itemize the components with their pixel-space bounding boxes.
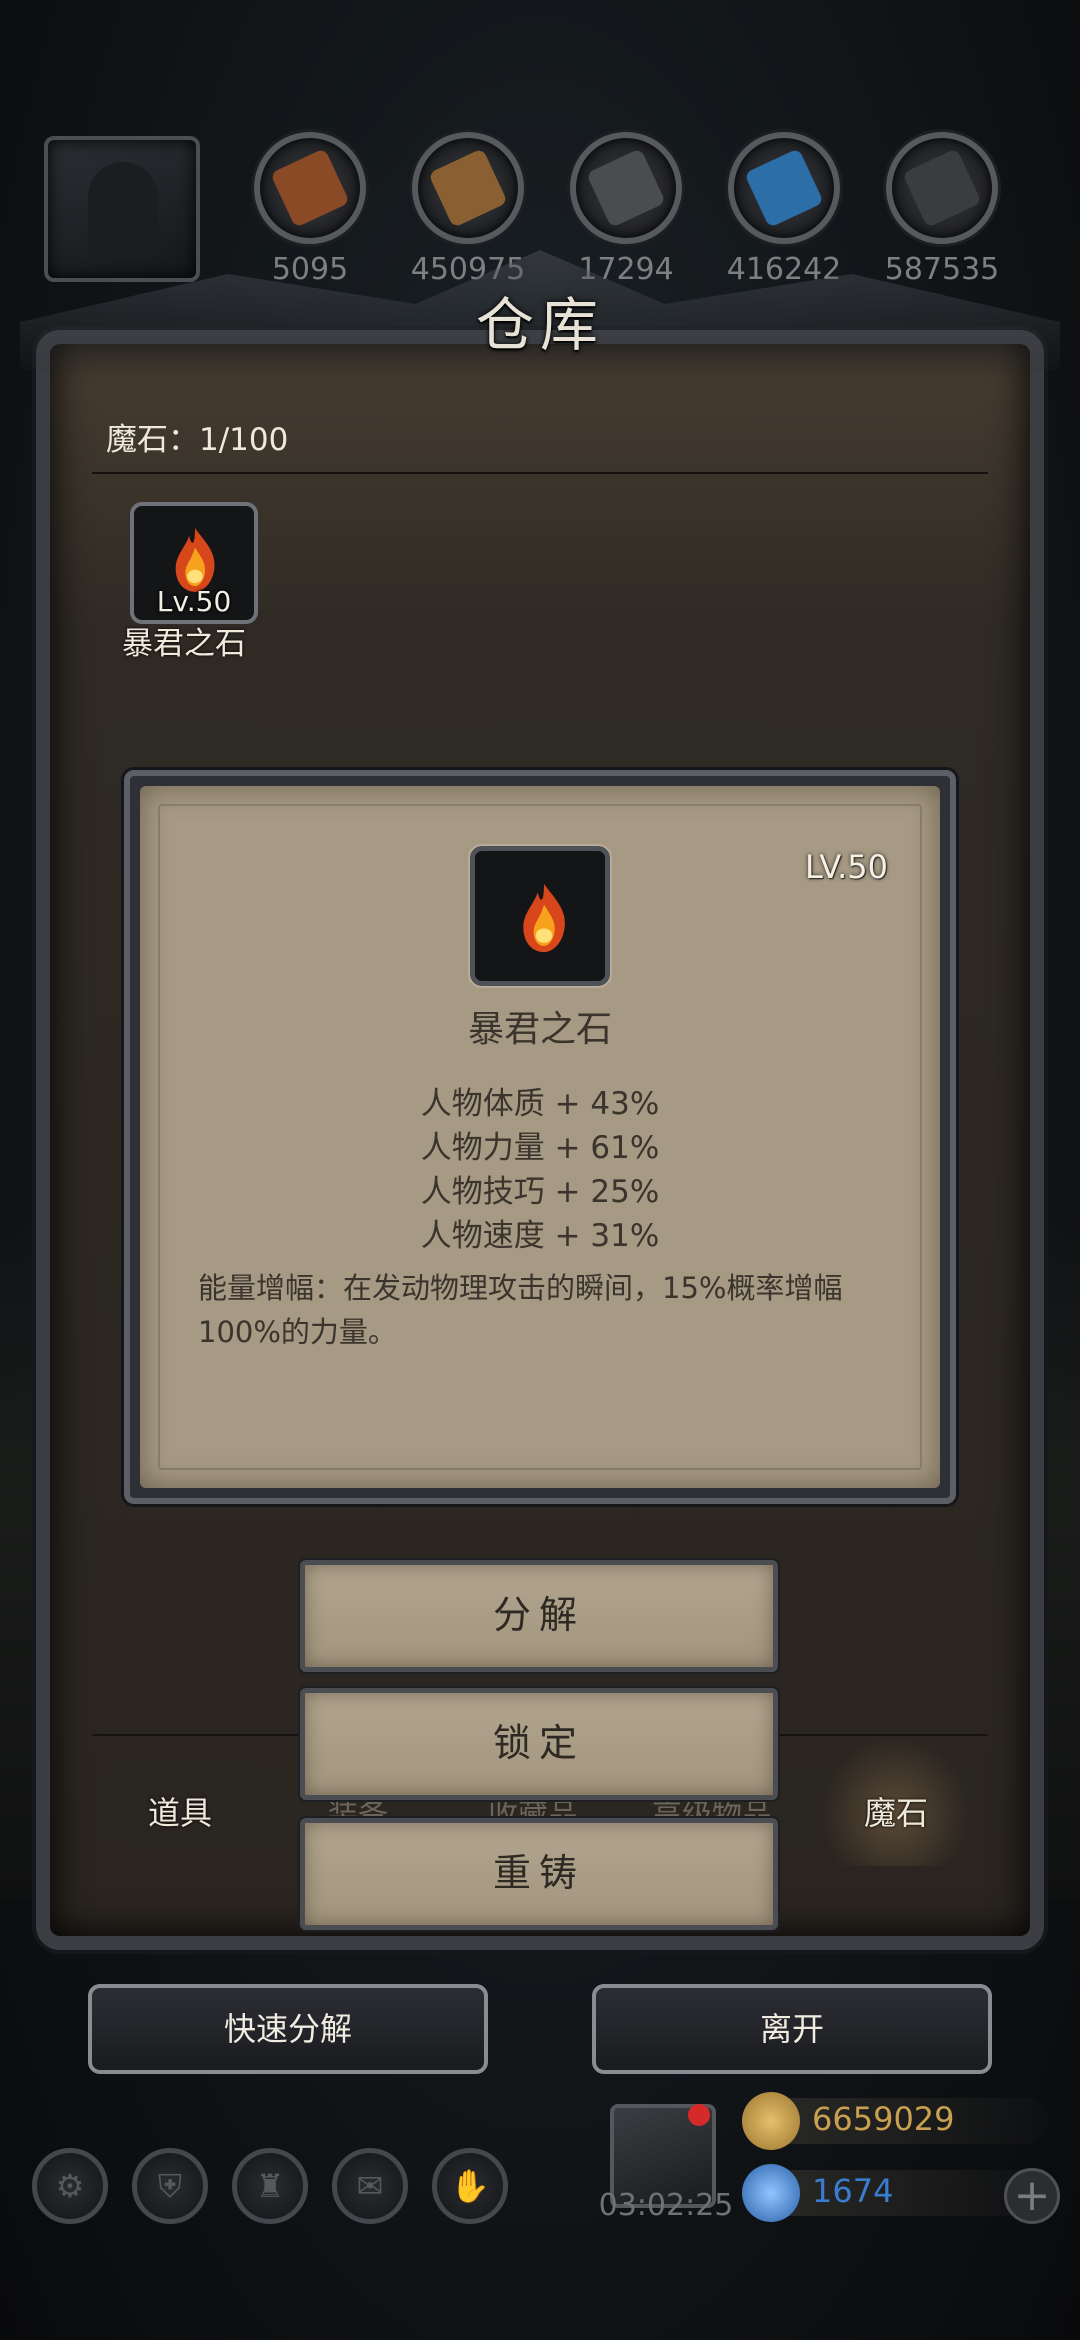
gem-amount: 1674	[812, 2172, 894, 2210]
quick-decompose-button[interactable]: 快速分解	[88, 1984, 488, 2074]
item-detail-card: LV.50 暴君之石 人物体质 + 43% 人物力量 + 61% 人物技巧 + …	[140, 786, 940, 1488]
item-level: Lv.50	[156, 585, 232, 618]
gear-icon[interactable]: ⚙	[32, 2148, 108, 2224]
add-currency-button[interactable]: +	[1004, 2168, 1060, 2224]
shield-icon[interactable]: ⛨	[132, 2148, 208, 2224]
resource-iron-icon	[886, 132, 998, 244]
stat-speed: 人物速度 + 31%	[420, 1218, 660, 1254]
resource-stone-icon	[570, 132, 682, 244]
handshake-icon[interactable]: ✋	[432, 2148, 508, 2224]
recast-button[interactable]: 重铸	[300, 1818, 778, 1930]
fire-stone-icon	[175, 528, 215, 592]
detail-level: LV.50	[805, 848, 888, 886]
tab-items[interactable]: 道具	[148, 1788, 212, 1834]
gold-amount: 6659029	[812, 2100, 955, 2138]
resource-crystal-icon	[728, 132, 840, 244]
gift-timer: 03:02:25	[598, 2188, 734, 2223]
decompose-button[interactable]: 分解	[300, 1560, 778, 1672]
detail-item-icon	[470, 846, 610, 986]
stat-skill: 人物技巧 + 25%	[420, 1174, 660, 1210]
notification-dot	[688, 2104, 710, 2126]
item-name: 暴君之石	[122, 626, 246, 662]
item-count-label: 魔石：1/100	[106, 422, 289, 458]
mail-icon[interactable]: ✉	[332, 2148, 408, 2224]
resource-wood-icon	[254, 132, 366, 244]
tab-magic-stones[interactable]: 魔石	[864, 1788, 928, 1834]
detail-item-name: 暴君之石	[467, 1009, 612, 1050]
fire-stone-icon	[523, 883, 565, 953]
lock-button[interactable]: 锁定	[300, 1688, 778, 1800]
leave-button[interactable]: 离开	[592, 1984, 992, 2074]
item-effect-description: 能量增幅：在发动物理攻击的瞬间，15%概率增幅100%的力量。	[198, 1271, 843, 1349]
item-slot[interactable]: Lv.50	[130, 502, 258, 624]
hero-portrait[interactable]	[44, 136, 200, 282]
stat-constitution: 人物体质 + 43%	[420, 1086, 660, 1122]
panel-title: 仓库	[475, 291, 604, 359]
divider	[92, 472, 988, 474]
resource-lumber-icon	[412, 132, 524, 244]
stat-strength: 人物力量 + 61%	[420, 1130, 660, 1166]
gold-coin-icon	[742, 2092, 800, 2150]
castle-icon[interactable]: ♜	[232, 2148, 308, 2224]
gem-icon	[742, 2164, 800, 2222]
